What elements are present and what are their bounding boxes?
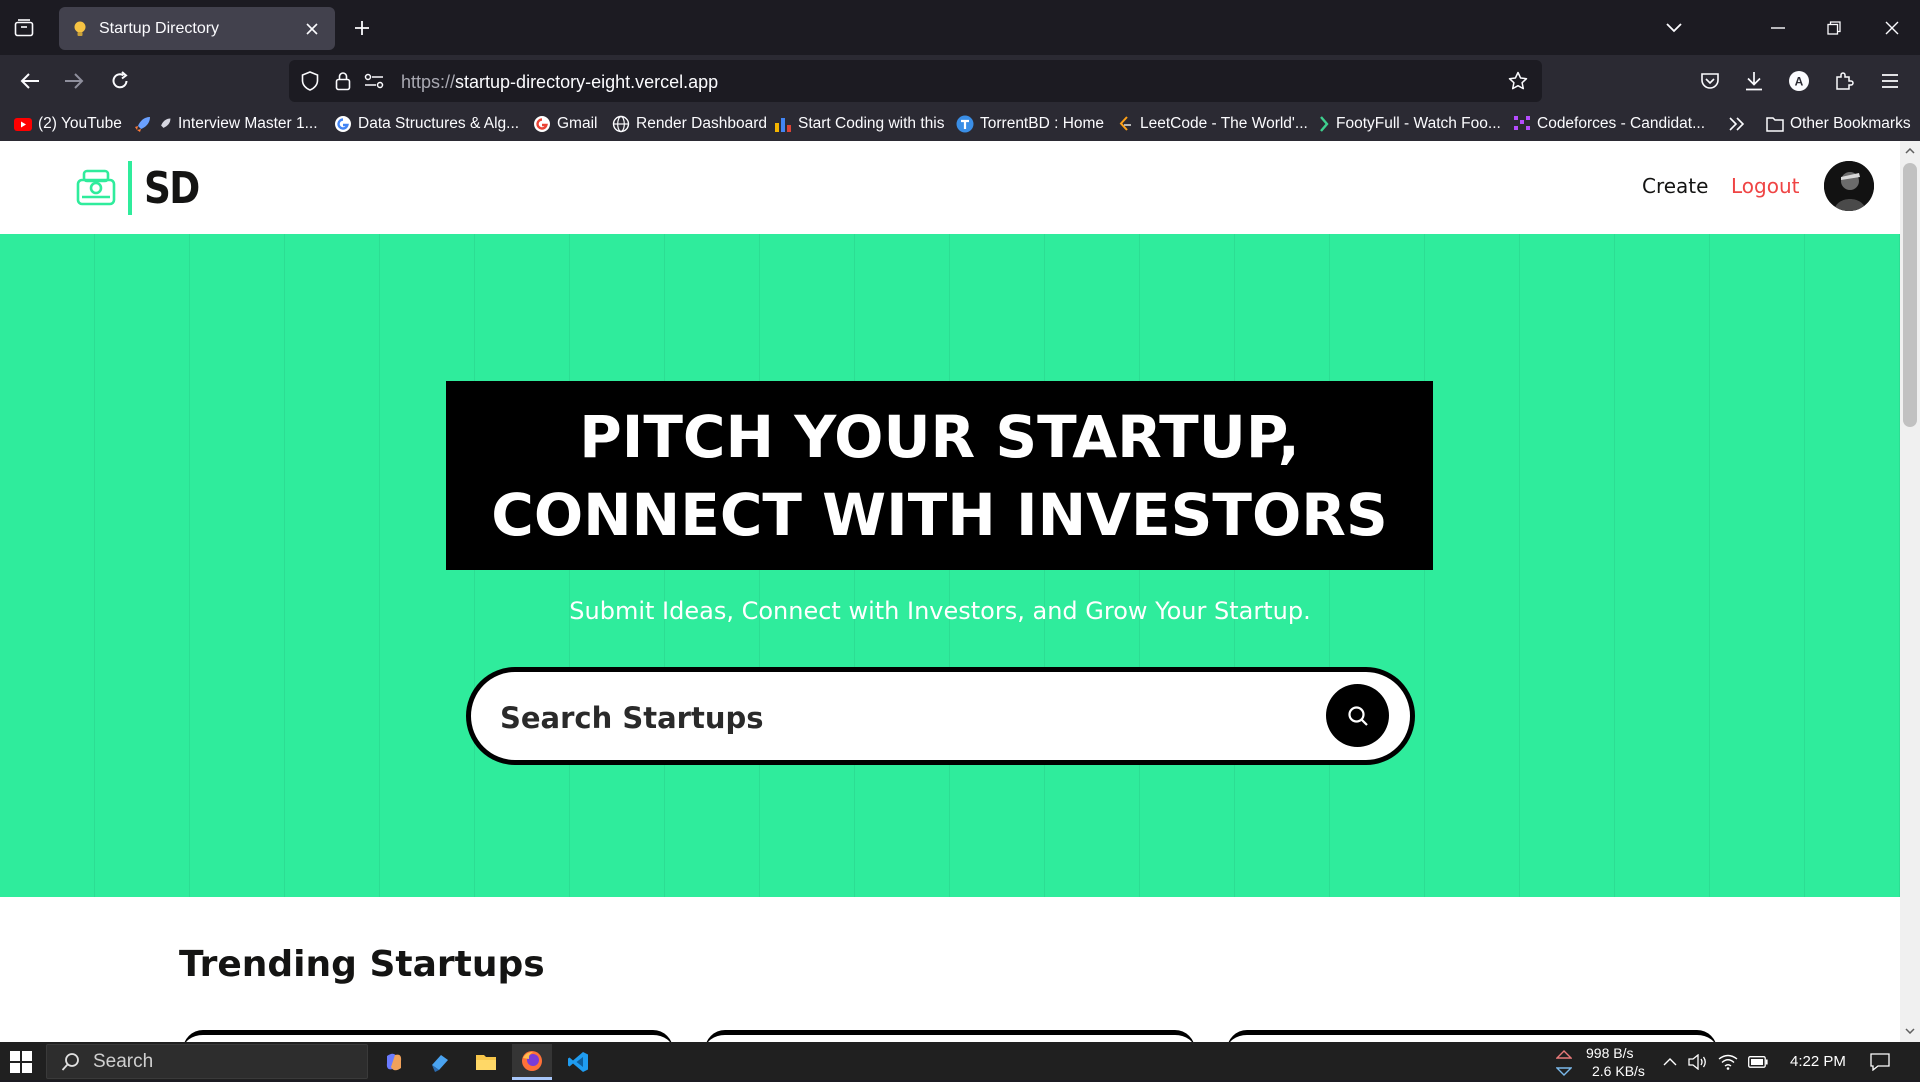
url-bar[interactable]: https://startup-directory-eight.vercel.a… bbox=[289, 60, 1542, 102]
download-arrow-icon bbox=[1554, 1062, 1574, 1082]
minimize-icon[interactable] bbox=[1762, 12, 1794, 44]
bookmark-other-bookmarks[interactable]: Other Bookmarks bbox=[1766, 113, 1911, 135]
startup-card[interactable] bbox=[183, 1030, 673, 1042]
startup-card[interactable] bbox=[1227, 1030, 1717, 1042]
bookmark-render-dashboard[interactable]: Render Dashboard bbox=[612, 113, 767, 135]
tab-list-icon[interactable] bbox=[11, 15, 37, 41]
page-viewport: SD Create Logout PITCH YOUR STARTUP, CON… bbox=[0, 141, 1900, 1042]
youtube-icon bbox=[14, 115, 32, 133]
scroll-down-icon[interactable] bbox=[1904, 1025, 1916, 1037]
rocket-icon bbox=[134, 115, 152, 133]
bar-chart-icon bbox=[774, 115, 792, 133]
notifications-icon[interactable] bbox=[1870, 1052, 1890, 1072]
camera-logo-icon bbox=[74, 166, 118, 210]
new-tab-icon[interactable] bbox=[349, 15, 375, 41]
hero-heading-line-2: CONNECT WITH INVESTORS bbox=[491, 480, 1388, 549]
volume-icon[interactable] bbox=[1688, 1052, 1708, 1072]
hero-subtitle: Submit Ideas, Connect with Investors, an… bbox=[569, 597, 1311, 625]
folder-icon bbox=[1766, 115, 1784, 133]
bookmark-torrentbd[interactable]: TorrentBD : Home bbox=[956, 113, 1104, 135]
menu-icon[interactable] bbox=[1874, 65, 1906, 97]
hero-section: PITCH YOUR STARTUP, CONNECT WITH INVESTO… bbox=[0, 234, 1900, 897]
avatar[interactable] bbox=[1824, 161, 1874, 211]
nav-logout-link[interactable]: Logout bbox=[1731, 174, 1799, 198]
startup-card[interactable] bbox=[705, 1030, 1195, 1042]
forward-icon[interactable] bbox=[58, 65, 90, 97]
windows-taskbar: Search 998 B/s 2.6 KB/s 4:22 PM bbox=[0, 1042, 1920, 1080]
leetcode-icon bbox=[1116, 115, 1134, 133]
tab-startup-directory[interactable]: Startup Directory bbox=[59, 7, 335, 50]
logo-divider bbox=[128, 161, 132, 215]
account-icon[interactable]: A bbox=[1783, 65, 1815, 97]
file-explorer-icon[interactable] bbox=[466, 1044, 506, 1080]
bookmark-footyfull[interactable]: FootyFull - Watch Foo... bbox=[1318, 113, 1501, 135]
bookmark-data-structures[interactable]: Data Structures & Alg... bbox=[334, 113, 519, 135]
scroll-up-icon[interactable] bbox=[1904, 145, 1916, 157]
bookmark-youtube[interactable]: (2) YouTube bbox=[14, 113, 122, 135]
tab-title: Startup Directory bbox=[99, 19, 220, 37]
bookmark-codeforces[interactable]: Codeforces - Candidat... bbox=[1513, 113, 1705, 135]
vscode-icon[interactable] bbox=[558, 1044, 598, 1080]
download-icon[interactable] bbox=[1738, 65, 1770, 97]
globe-icon bbox=[612, 115, 630, 133]
network-upload-speed: 998 B/s bbox=[1586, 1045, 1634, 1061]
rocket-icon bbox=[158, 115, 172, 133]
logo-text: SD bbox=[144, 162, 200, 214]
bookmark-start-coding[interactable]: Start Coding with this bbox=[774, 113, 944, 135]
lock-icon[interactable] bbox=[333, 71, 353, 91]
firefox-icon[interactable] bbox=[512, 1044, 552, 1080]
search-icon bbox=[61, 1052, 81, 1072]
permissions-icon[interactable] bbox=[364, 71, 384, 91]
site-logo[interactable]: SD bbox=[74, 161, 208, 215]
site-header: SD Create Logout bbox=[0, 141, 1900, 234]
chevron-up-icon[interactable] bbox=[1660, 1052, 1680, 1072]
browser-tab-bar: Startup Directory bbox=[0, 0, 1920, 55]
hero-heading-line-1: PITCH YOUR STARTUP, bbox=[579, 402, 1300, 471]
extensions-icon[interactable] bbox=[1828, 65, 1860, 97]
restore-icon[interactable] bbox=[1818, 12, 1850, 44]
torrentbd-icon bbox=[956, 115, 974, 133]
section-title-trending: Trending Startups bbox=[179, 944, 545, 985]
taskbar-search[interactable]: Search bbox=[46, 1044, 368, 1079]
windows-start-icon[interactable] bbox=[10, 1051, 32, 1073]
lightbulb-icon bbox=[71, 20, 89, 38]
nav-create-link[interactable]: Create bbox=[1642, 174, 1708, 198]
pocket-icon[interactable] bbox=[1694, 65, 1726, 97]
reload-icon[interactable] bbox=[104, 65, 136, 97]
hero-heading: PITCH YOUR STARTUP, CONNECT WITH INVESTO… bbox=[446, 381, 1433, 570]
page-scrollbar[interactable] bbox=[1900, 141, 1920, 1042]
battery-icon[interactable] bbox=[1748, 1052, 1768, 1072]
chevron-down-icon[interactable] bbox=[1658, 12, 1690, 44]
upload-arrow-icon bbox=[1554, 1044, 1574, 1064]
codeforces-icon bbox=[1513, 115, 1531, 133]
browser-toolbar: https://startup-directory-eight.vercel.a… bbox=[0, 55, 1920, 107]
shield-icon[interactable] bbox=[300, 71, 320, 91]
bookmark-leetcode[interactable]: LeetCode - The World'... bbox=[1116, 113, 1308, 135]
search-startups-form[interactable]: Search Startups bbox=[466, 667, 1415, 765]
star-icon[interactable] bbox=[1508, 71, 1528, 91]
clock-time[interactable]: 4:22 PM bbox=[1790, 1053, 1846, 1070]
network-download-speed: 2.6 KB/s bbox=[1592, 1063, 1645, 1079]
app-icon[interactable] bbox=[420, 1044, 460, 1080]
search-button[interactable] bbox=[1326, 684, 1389, 747]
back-icon[interactable] bbox=[14, 65, 46, 97]
url-text: https://startup-directory-eight.vercel.a… bbox=[401, 72, 719, 92]
close-tab-icon[interactable] bbox=[301, 18, 323, 40]
svg-text:A: A bbox=[1795, 75, 1804, 89]
search-input[interactable]: Search Startups bbox=[500, 701, 764, 735]
footyfull-icon bbox=[1318, 115, 1330, 133]
copilot-icon[interactable] bbox=[374, 1044, 414, 1080]
bookmarks-overflow-icon[interactable] bbox=[1728, 113, 1746, 135]
bookmarks-bar: (2) YouTube Interview Master 1... Data S… bbox=[0, 107, 1920, 141]
search-icon bbox=[1347, 705, 1369, 727]
bookmark-interview-master[interactable]: Interview Master 1... bbox=[134, 113, 318, 135]
google-icon bbox=[334, 115, 352, 133]
bookmark-gmail[interactable]: Gmail bbox=[533, 113, 597, 135]
scrollbar-thumb[interactable] bbox=[1903, 163, 1917, 427]
google-icon bbox=[533, 115, 551, 133]
close-window-icon[interactable] bbox=[1876, 12, 1908, 44]
wifi-icon[interactable] bbox=[1718, 1052, 1738, 1072]
